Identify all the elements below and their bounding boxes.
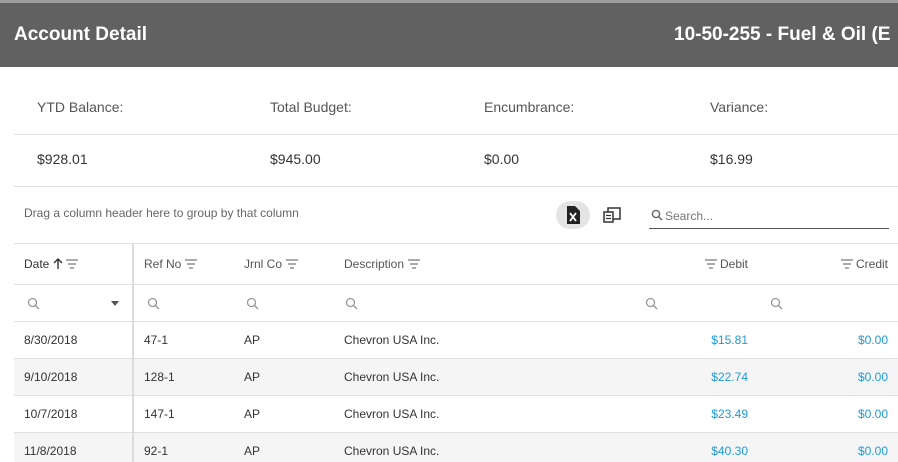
search-icon <box>345 297 358 309</box>
debit-cell: $22.74 <box>711 370 748 384</box>
filter-icon[interactable] <box>704 259 717 269</box>
column-header-label: Credit <box>855 257 888 271</box>
filter-row <box>14 285 898 322</box>
filter-icon[interactable] <box>66 259 79 269</box>
jrnl-co-cell: AP <box>244 370 261 384</box>
column-header-jrnl-co[interactable]: Jrnl Co <box>244 244 299 284</box>
total-budget-value: $945.00 <box>270 151 321 167</box>
debit-cell: $15.81 <box>711 333 748 347</box>
ref-no-filter-cell[interactable] <box>147 285 160 321</box>
credit-cell: $0.00 <box>857 370 888 384</box>
ref-no-cell: 128-1 <box>144 370 175 384</box>
excel-export-icon <box>567 206 580 224</box>
description-cell: Chevron USA Inc. <box>344 444 440 458</box>
description-cell: Chevron USA Inc. <box>344 407 440 421</box>
group-panel-hint[interactable]: Drag a column header here to group by th… <box>24 206 299 220</box>
encumbrance-value: $0.00 <box>484 151 520 167</box>
filter-icon[interactable] <box>408 259 421 269</box>
grid-header-row: Date Ref No Jrnl Co Description Debit Cr… <box>14 244 898 285</box>
grid-search[interactable] <box>649 205 889 229</box>
date-cell: 10/7/2018 <box>24 407 78 421</box>
encumbrance-label: Encumbrance: <box>484 99 575 115</box>
column-chooser-button[interactable] <box>600 202 624 228</box>
description-cell: Chevron USA Inc. <box>344 333 440 347</box>
filter-icon[interactable] <box>840 259 853 269</box>
column-header-label: Ref No <box>144 257 182 271</box>
summary-bottom-divider <box>14 186 898 187</box>
debit-cell: $23.49 <box>711 407 748 421</box>
credit-cell: $0.00 <box>857 333 888 347</box>
column-header-label: Date <box>24 257 50 271</box>
summary-divider <box>14 134 898 135</box>
column-chooser-icon <box>603 207 621 223</box>
table-row[interactable]: 9/10/2018 128-1 AP Chevron USA Inc. $22.… <box>14 359 898 396</box>
filter-icon[interactable] <box>185 259 198 269</box>
credit-cell: $0.00 <box>857 407 888 421</box>
account-name: 10-50-255 - Fuel & Oil (E <box>674 24 891 45</box>
ytd-balance-value: $928.01 <box>37 151 88 167</box>
search-icon <box>651 209 663 221</box>
date-cell: 8/30/2018 <box>24 333 78 347</box>
ref-no-cell: 47-1 <box>144 333 169 347</box>
jrnl-co-filter-cell[interactable] <box>246 285 259 321</box>
search-icon <box>246 297 259 309</box>
table-row[interactable]: 8/30/2018 47-1 AP Chevron USA Inc. $15.8… <box>14 322 898 359</box>
search-icon <box>27 297 40 309</box>
date-cell: 9/10/2018 <box>24 370 78 384</box>
description-filter-cell[interactable] <box>345 285 358 321</box>
table-row[interactable]: 11/8/2018 92-1 AP Chevron USA Inc. $40.3… <box>14 433 898 462</box>
ref-no-cell: 92-1 <box>144 444 169 458</box>
date-filter-cell[interactable] <box>27 285 119 321</box>
jrnl-co-cell: AP <box>244 407 261 421</box>
page-header: Account Detail 10-50-255 - Fuel & Oil (E <box>0 3 898 67</box>
debit-cell: $40.30 <box>711 444 748 458</box>
column-header-label: Description <box>344 257 405 271</box>
chevron-down-icon[interactable] <box>111 301 119 306</box>
credit-cell: $0.00 <box>857 444 888 458</box>
search-icon <box>147 297 160 309</box>
total-budget-label: Total Budget: <box>270 99 352 115</box>
description-cell: Chevron USA Inc. <box>344 370 440 384</box>
variance-label: Variance: <box>710 99 769 115</box>
search-icon <box>770 297 783 309</box>
column-header-label: Debit <box>719 257 748 271</box>
page-title: Account Detail <box>14 24 148 45</box>
jrnl-co-cell: AP <box>244 333 261 347</box>
column-header-date[interactable]: Date <box>24 244 79 284</box>
ref-no-cell: 147-1 <box>144 407 175 421</box>
column-header-label: Jrnl Co <box>244 257 283 271</box>
frozen-column-separator[interactable] <box>132 244 134 462</box>
table-row[interactable]: 10/7/2018 147-1 AP Chevron USA Inc. $23.… <box>14 396 898 433</box>
credit-filter-cell[interactable] <box>770 285 783 321</box>
variance-value: $16.99 <box>710 151 753 167</box>
column-header-description[interactable]: Description <box>344 244 421 284</box>
debit-filter-cell[interactable] <box>645 285 658 321</box>
column-header-debit[interactable]: Debit <box>674 244 748 284</box>
search-icon <box>645 297 658 309</box>
filter-icon[interactable] <box>286 259 299 269</box>
ytd-balance-label: YTD Balance: <box>37 99 124 115</box>
export-excel-button[interactable] <box>556 201 590 229</box>
date-cell: 11/8/2018 <box>24 444 77 458</box>
account-detail-grid: Date Ref No Jrnl Co Description Debit Cr… <box>14 243 898 462</box>
column-header-credit[interactable]: Credit <box>814 244 888 284</box>
sort-ascending-icon <box>53 258 63 269</box>
jrnl-co-cell: AP <box>244 444 261 458</box>
search-input[interactable] <box>665 206 887 226</box>
column-header-ref-no[interactable]: Ref No <box>144 244 198 284</box>
